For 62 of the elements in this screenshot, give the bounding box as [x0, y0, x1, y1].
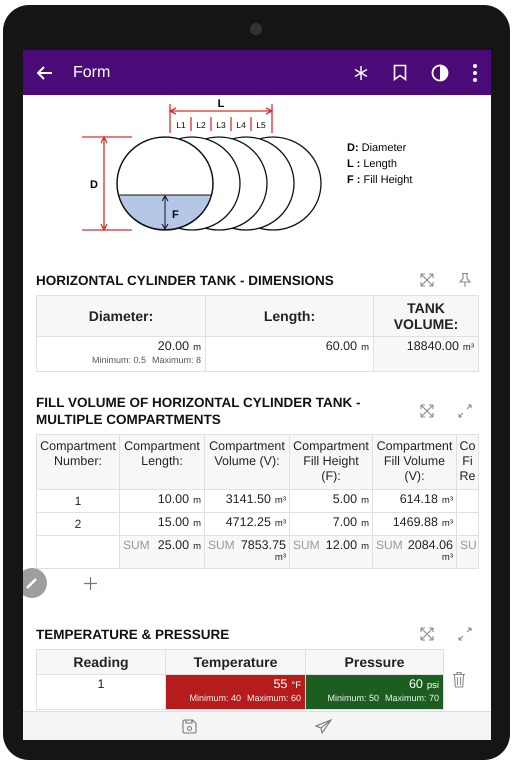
resize-icon[interactable] [457, 626, 473, 642]
trash-icon[interactable] [452, 671, 466, 688]
sum-cell: SUM 12.00 m [290, 536, 372, 568]
column-header: Compartment Length: [120, 434, 204, 490]
diameter-field[interactable]: 20.00 m Minimum: 0.5 Maximum: 8 [36, 336, 206, 372]
sum-cell: SUM 7853.75 m³ [204, 536, 290, 568]
pin-icon[interactable] [457, 272, 473, 288]
diameter-label: D [90, 179, 98, 191]
segment-label: L1 [176, 120, 186, 130]
reading-field[interactable]: 60 psi Minimum: 50 Maximum: 70 [306, 674, 444, 710]
table-cell[interactable]: 614.18 m³ [372, 490, 456, 512]
asterisk-icon[interactable] [353, 64, 369, 80]
segment-label: L4 [236, 120, 246, 130]
sum-cell: SUM 2084.06 m³ [372, 536, 456, 568]
add-icon[interactable] [84, 576, 97, 590]
column-header: Compartment Fill Height (F): [290, 434, 372, 490]
legend-entry: L : Length [347, 158, 397, 170]
reading-field[interactable]: 55 °F Minimum: 40 Maximum: 60 [166, 674, 306, 710]
column-header: TANK VOLUME: [374, 296, 478, 336]
send-icon[interactable] [315, 718, 332, 734]
more-menu-icon[interactable] [473, 64, 477, 82]
segment-label: L2 [196, 120, 206, 130]
expand-icon[interactable] [419, 403, 435, 419]
fill-height-label: F [172, 209, 179, 221]
camera-dot [250, 23, 262, 35]
length-field[interactable]: 60.00 m [206, 336, 374, 372]
contrast-icon[interactable] [431, 64, 449, 82]
table-cell[interactable]: 10.00 m [120, 490, 204, 512]
length-label: L [218, 98, 224, 110]
section-title: FILL VOLUME OF HORIZONTAL CYLINDER TANK - MULTIPLE COMPARTMENTS [36, 394, 362, 428]
column-header: Compartment Volume (V): [204, 434, 290, 490]
reading-number: 1 [36, 674, 166, 710]
edit-button[interactable] [23, 568, 47, 598]
resize-icon[interactable] [457, 403, 473, 419]
column-header: Compartment Fill Volume (V): [372, 434, 456, 490]
save-icon[interactable] [182, 718, 197, 734]
legend-entry: D: Diameter [347, 142, 406, 154]
section-title: TEMPERATURE & PRESSURE [36, 626, 230, 642]
expand-icon[interactable] [419, 272, 435, 288]
tank-volume-cell: 18840.00 m³ [374, 336, 478, 372]
column-header: Diameter: [36, 296, 206, 336]
sum-cell: SUM 25.00 m [120, 536, 204, 568]
column-header: Length: [206, 296, 374, 336]
table-cell[interactable]: 3141.50 m³ [204, 490, 290, 512]
bookmark-icon[interactable] [393, 64, 407, 81]
segment-label: L5 [256, 120, 266, 130]
compartment-number: 2 [36, 512, 120, 536]
expand-icon[interactable] [419, 626, 435, 642]
back-arrow-icon[interactable] [37, 66, 53, 80]
column-header: Temperature [166, 650, 306, 674]
legend-entry: F : Fill Height [347, 174, 412, 186]
sum-cell: SU [456, 536, 478, 568]
section-title: HORIZONTAL CYLINDER TANK - DIMENSIONS [36, 272, 334, 288]
app-title: Form [73, 64, 112, 82]
column-header: Reading [36, 650, 166, 674]
table-cell[interactable]: 5.00 m [290, 490, 372, 512]
column-header: Co Fi Re [456, 434, 478, 490]
column-header: Compartment Number: [36, 434, 120, 490]
segment-label: L3 [216, 120, 226, 130]
pencil-icon [25, 576, 39, 590]
column-header: Pressure [306, 650, 444, 674]
compartment-number: 1 [36, 490, 120, 512]
